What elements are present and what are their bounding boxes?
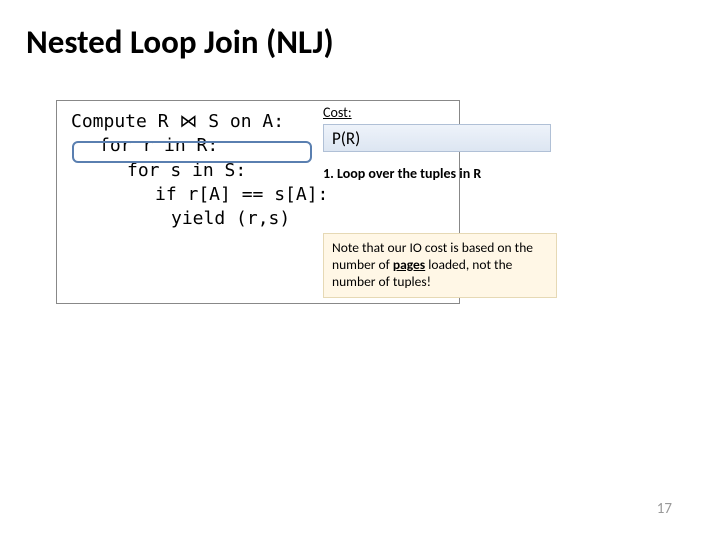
cost-value: P(R) bbox=[332, 128, 360, 149]
note-callout: Note that our IO cost is based on the nu… bbox=[323, 233, 557, 298]
highlight-box bbox=[72, 141, 312, 163]
page-number: 17 bbox=[657, 500, 672, 518]
code-line-4: if r[A] == s[A]: bbox=[71, 183, 445, 207]
bowtie-icon: ⋈ bbox=[179, 111, 197, 131]
cost-value-box: P(R) bbox=[323, 124, 551, 152]
code-line-5: yield (r,s) bbox=[71, 207, 445, 231]
cost-label: Cost: bbox=[323, 104, 352, 121]
note-emphasis: pages bbox=[393, 256, 425, 273]
slide-title: Nested Loop Join (NLJ) bbox=[26, 22, 334, 62]
step-description: 1. Loop over the tuples in R bbox=[323, 165, 481, 182]
